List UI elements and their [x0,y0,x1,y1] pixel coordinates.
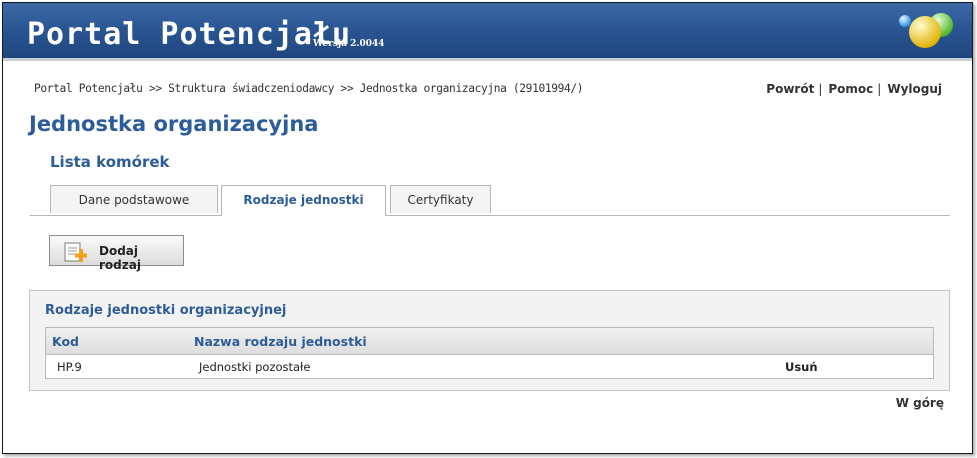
page-title: Jednostka organizacyjna [29,112,319,136]
app-title: Portal Potencjału [27,17,352,52]
separator: | [877,82,882,96]
column-header-name[interactable]: Nazwa rodzaju jednostki [194,334,367,349]
tab-rodzaje-jednostki[interactable]: Rodzaje jednostki [221,185,386,216]
document-add-icon [64,242,87,262]
types-panel: Rodzaje jednostki organizacyjnej Kod Naz… [29,290,950,391]
types-table: Kod Nazwa rodzaju jednostki HP.9 Jednost… [45,327,934,379]
app-version: Wersja 2.0044 [313,39,385,49]
section-subtitle: Lista komórek [50,153,170,171]
breadcrumb[interactable]: Portal Potencjału >> Struktura świadczen… [34,82,584,95]
cell-name: Jednostki pozostałe [199,360,311,374]
tab-bar: Dane podstawowe Rodzaje jednostki Certyf… [30,185,950,216]
column-header-code[interactable]: Kod [52,334,79,349]
portal-logo-icon [899,13,953,48]
app-window: Portal Potencjału Wersja 2.0044 Portal P… [2,2,973,454]
help-link[interactable]: Pomoc [828,82,873,96]
back-to-top-link[interactable]: W górę [896,396,944,410]
top-links: Powrót | Pomoc | Wyloguj [766,82,942,96]
separator: | [818,82,823,96]
add-type-button[interactable]: Dodaj rodzaj [49,235,184,272]
delete-link[interactable]: Usuń [785,360,818,374]
table-row: HP.9 Jednostki pozostałe Usuń [46,355,933,378]
tab-certyfikaty[interactable]: Certyfikaty [390,185,491,213]
cell-code: HP.9 [57,360,82,374]
add-type-label: Dodaj rodzaj [99,244,141,272]
app-header: Portal Potencjału Wersja 2.0044 [3,3,972,61]
back-link[interactable]: Powrót [766,82,814,96]
panel-title: Rodzaje jednostki organizacyjnej [45,303,287,318]
tab-dane-podstawowe[interactable]: Dane podstawowe [50,185,218,213]
table-header: Kod Nazwa rodzaju jednostki [46,328,933,355]
logout-link[interactable]: Wyloguj [887,82,942,96]
